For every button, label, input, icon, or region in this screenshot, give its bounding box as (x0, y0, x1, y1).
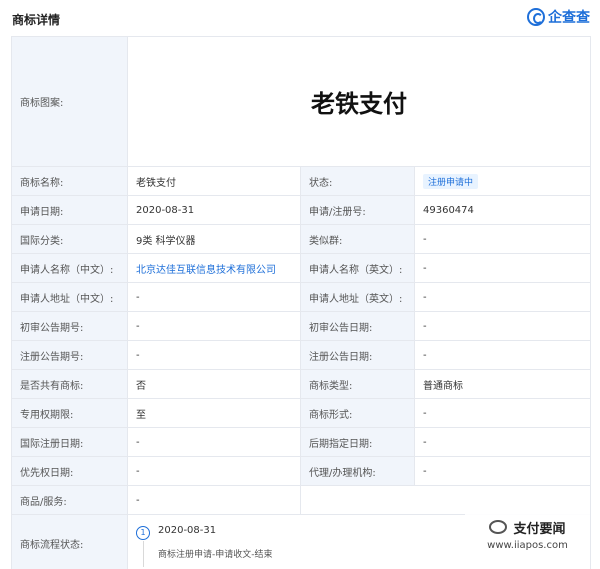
field-label: 商标类型: (300, 369, 415, 399)
field-value: - (127, 282, 301, 312)
field-value: - (413, 282, 592, 312)
field-value: 否 (127, 369, 301, 399)
field-label: 申请人地址（中文）: (11, 282, 128, 312)
field-label: 后期指定日期: (300, 427, 415, 457)
field-label: 商标名称: (11, 166, 128, 196)
table-row: 注册公告期号: - 注册公告日期: - (11, 340, 592, 370)
field-value: - (413, 427, 592, 457)
table-row: 申请人名称（中文）: 北京达佳互联信息技术有限公司 申请人名称（英文）: - (11, 253, 592, 283)
field-label: 国际分类: (11, 224, 128, 254)
step-number: 1 (136, 525, 150, 540)
field-value: 49360474 (413, 195, 592, 225)
field-label: 国际注册日期: (11, 427, 128, 457)
table-row: 申请日期: 2020-08-31 申请/注册号: 49360474 (11, 195, 592, 225)
field-value: - (413, 253, 592, 283)
field-label: 商标形式: (300, 398, 415, 428)
timeline-line (143, 540, 144, 567)
mark-image: 老铁支付 (126, 36, 592, 167)
field-value: 9类 科学仪器 (127, 224, 301, 254)
watermark: 支付要闻 www.iiapos.com (465, 509, 590, 559)
field-label: 初审公告期号: (11, 311, 128, 341)
field-label: 初审公告日期: (300, 311, 415, 341)
qichacha-logo[interactable]: 企查查 (527, 6, 590, 28)
table-row: 是否共有商标: 否 商标类型: 普通商标 (11, 369, 592, 399)
field-value: - (413, 224, 592, 254)
applicant-link[interactable]: 北京达佳互联信息技术有限公司 (136, 265, 276, 276)
step-date: 2020-08-31 (158, 524, 217, 536)
table-row: 申请人地址（中文）: - 申请人地址（英文）: - (11, 282, 592, 312)
field-value: - (127, 456, 301, 486)
field-label: 申请/注册号: (300, 195, 415, 225)
header: 商标详情 企查查 (0, 0, 600, 36)
table-row: 国际注册日期: - 后期指定日期: - (11, 427, 592, 457)
wechat-icon (489, 520, 508, 534)
watermark-name: 支付要闻 (513, 521, 566, 537)
table-row: 专用权期限: 至 商标形式: - (11, 398, 592, 428)
field-value: - (413, 340, 592, 370)
table-row: 初审公告期号: - 初审公告日期: - (11, 311, 592, 341)
goods-value: - (127, 485, 301, 515)
field-value: - (127, 340, 301, 370)
field-label: 申请人名称（中文）: (11, 253, 128, 283)
field-label: 类似群: (300, 224, 415, 254)
trademark-detail-table: 商标图案: 老铁支付 商标名称: 老铁支付 状态: 注册申请中 申请日期: 20… (11, 36, 592, 569)
table-row: 优先权日期: - 代理/办理机构: - (11, 456, 592, 486)
page-title: 商标详情 (12, 13, 61, 27)
goods-label: 商品/服务: (11, 485, 128, 515)
field-value: 普通商标 (413, 369, 592, 399)
flow-label: 商标流程状态: (11, 514, 128, 569)
field-value: 老铁支付 (127, 166, 301, 196)
field-label: 申请日期: (11, 195, 128, 225)
field-value: - (127, 427, 301, 457)
field-value: 2020-08-31 (127, 195, 301, 225)
field-value: 至 (127, 398, 301, 428)
field-label: 注册公告日期: (300, 340, 415, 370)
mark-image-row: 商标图案: 老铁支付 (11, 36, 592, 167)
field-value: - (413, 398, 592, 428)
field-label: 状态: (300, 166, 415, 196)
status-badge: 注册申请中 (423, 173, 479, 189)
field-value: - (413, 456, 592, 486)
field-label: 申请人地址（英文）: (300, 282, 415, 312)
watermark-url: www.iiapos.com (487, 539, 568, 551)
field-label: 是否共有商标: (11, 369, 128, 399)
field-label: 优先权日期: (11, 456, 128, 486)
field-value: - (413, 311, 592, 341)
table-row: 商标名称: 老铁支付 状态: 注册申请中 (11, 166, 592, 196)
field-label: 专用权期限: (11, 398, 128, 428)
field-label: 代理/办理机构: (300, 456, 415, 486)
step-description: 商标注册申请-申请收文-结束 (158, 549, 273, 560)
field-label: 注册公告期号: (11, 340, 128, 370)
logo-text: 企查查 (548, 10, 590, 26)
qichacha-logo-icon (527, 8, 545, 26)
field-value: - (127, 311, 301, 341)
table-row: 国际分类: 9类 科学仪器 类似群: - (11, 224, 592, 254)
mark-image-label: 商标图案: (11, 36, 128, 167)
field-label: 申请人名称（英文）: (300, 253, 415, 283)
